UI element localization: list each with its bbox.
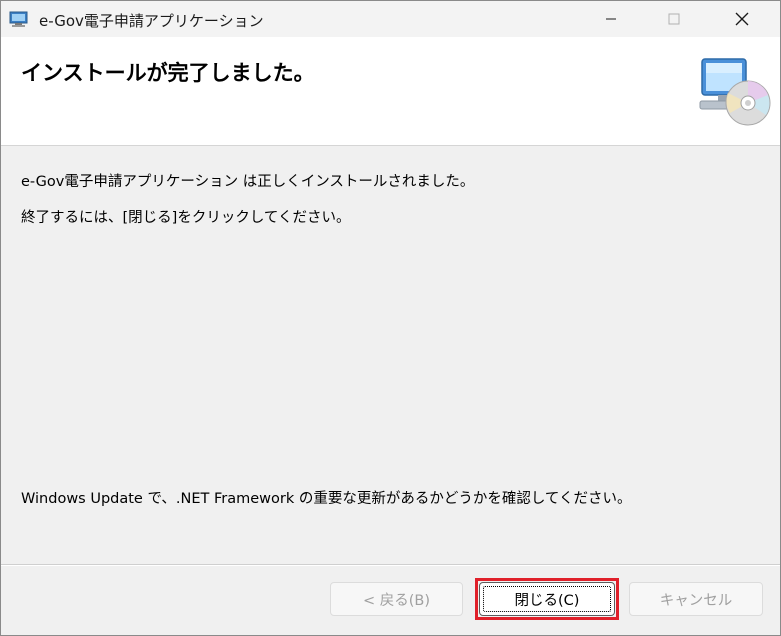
installer-app-icon <box>9 9 29 29</box>
install-success-message: e-Gov電子申請アプリケーション は正しくインストールされました。 <box>21 174 475 190</box>
close-window-button[interactable] <box>719 1 765 37</box>
title-bar[interactable]: e-Gov電子申請アプリケーション <box>1 1 780 37</box>
close-icon <box>735 12 749 26</box>
windows-update-notice: Windows Update で、.NET Framework の重要な更新があ… <box>21 491 632 507</box>
close-button[interactable]: 閉じる(C) <box>479 582 615 616</box>
window-title: e-Gov電子申請アプリケーション <box>39 12 264 30</box>
close-instruction-message: 終了するには、[閉じる]をクリックしてください。 <box>21 210 351 226</box>
maximize-icon <box>668 13 680 25</box>
page-title: インストールが完了しました。 <box>21 61 315 85</box>
cancel-button[interactable]: キャンセル <box>629 582 763 616</box>
computer-cd-icon <box>696 55 772 127</box>
back-button[interactable]: < 戻る(B) <box>330 582 463 616</box>
minimize-icon <box>606 18 616 20</box>
wizard-header: インストールが完了しました。 <box>1 37 780 146</box>
maximize-button <box>651 1 697 37</box>
installer-window: e-Gov電子申請アプリケーション インストールが完了しました。 e-Gov電子… <box>0 0 781 636</box>
minimize-button[interactable] <box>588 1 634 37</box>
focus-ring <box>483 586 611 612</box>
footer-divider <box>1 564 780 566</box>
